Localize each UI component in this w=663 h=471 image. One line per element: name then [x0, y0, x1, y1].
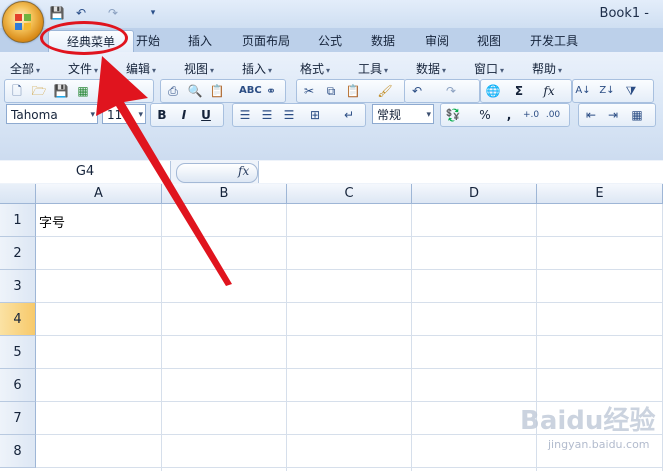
office-logo-icon — [15, 14, 31, 30]
office-button[interactable] — [2, 1, 44, 43]
annotation-arrow-icon — [96, 56, 232, 286]
